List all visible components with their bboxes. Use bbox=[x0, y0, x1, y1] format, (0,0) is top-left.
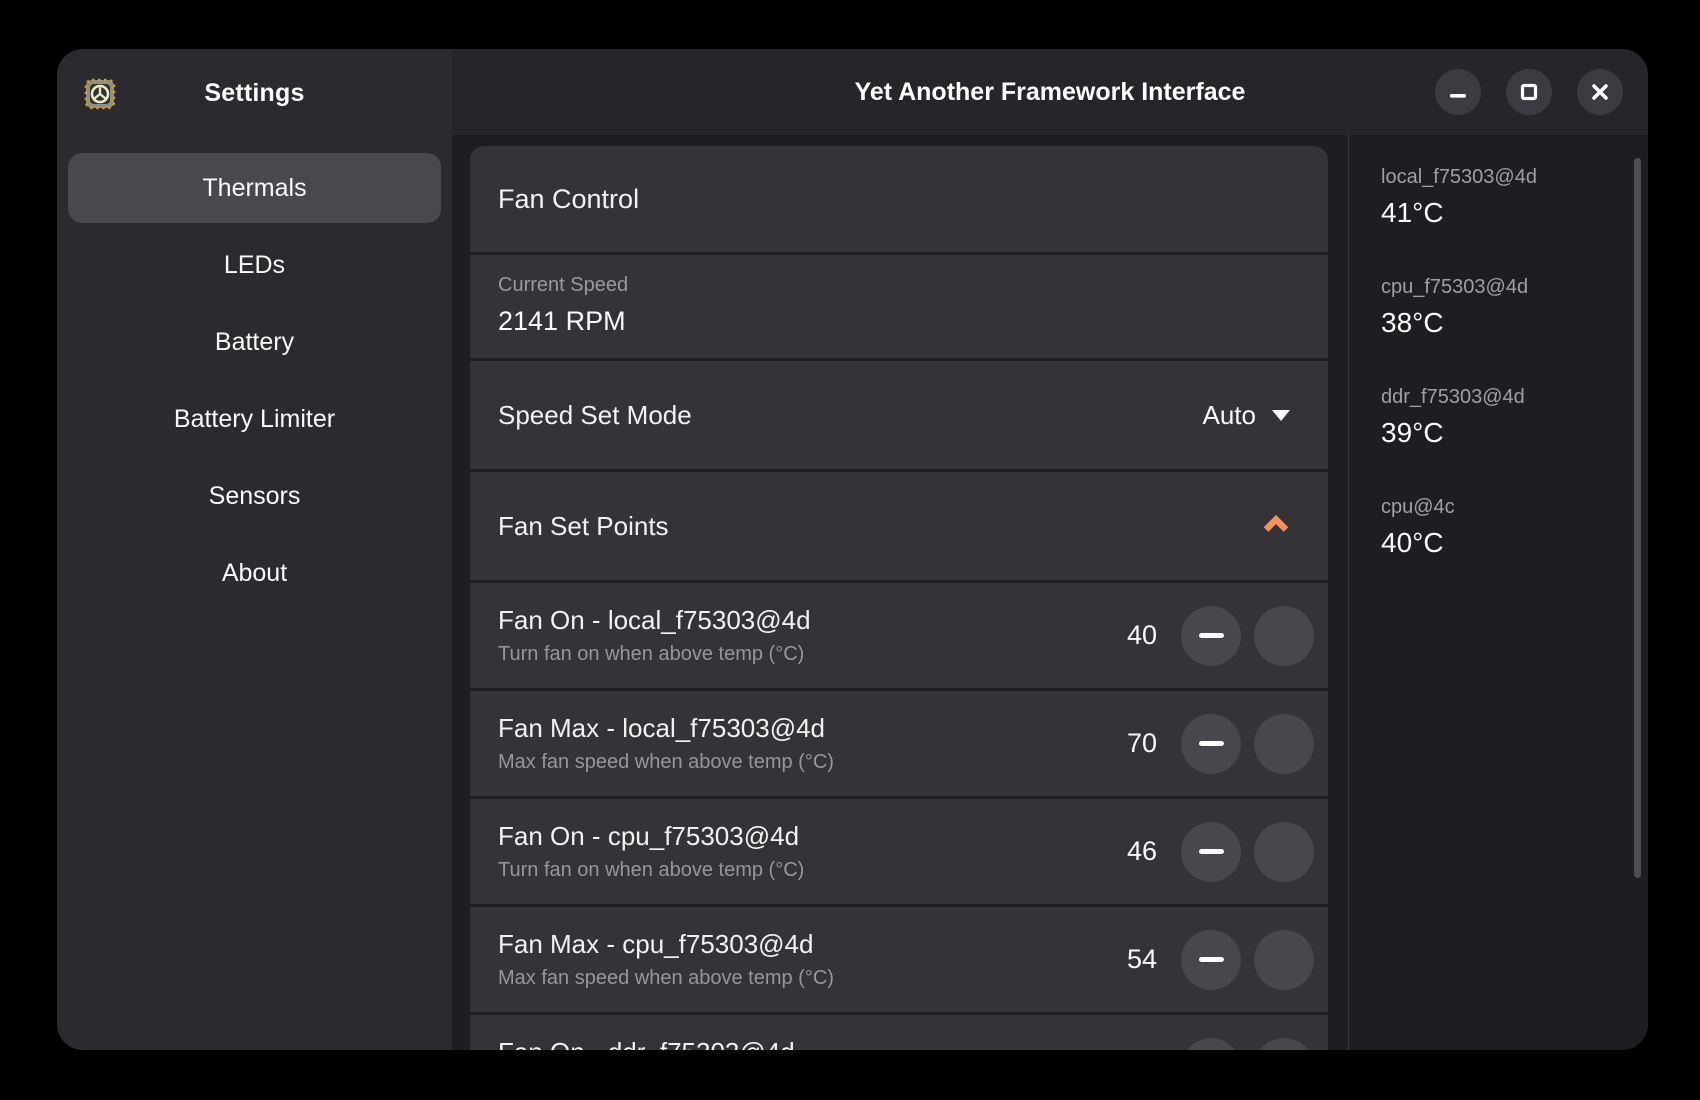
speed-set-mode-dropdown[interactable]: Auto bbox=[1203, 400, 1291, 431]
set-point-value: 54 bbox=[1095, 944, 1157, 975]
sidebar-header: Settings bbox=[57, 49, 452, 153]
minus-icon bbox=[1199, 741, 1224, 746]
sidebar-item-label: About bbox=[222, 559, 287, 588]
sidebar-item-thermals[interactable]: Thermals bbox=[68, 153, 441, 223]
maximize-icon bbox=[1519, 82, 1539, 102]
speed-set-mode-value: Auto bbox=[1203, 400, 1257, 431]
minus-icon bbox=[1199, 957, 1224, 962]
titlebar: Yet Another Framework Interface bbox=[452, 49, 1648, 135]
minus-icon bbox=[1199, 633, 1224, 638]
minimize-button[interactable] bbox=[1435, 69, 1481, 115]
fan-set-points-header[interactable]: Fan Set Points bbox=[470, 472, 1328, 580]
set-point-subtitle: Max fan speed when above temp (°C) bbox=[498, 751, 1095, 774]
sensor-value: 39°C bbox=[1381, 415, 1648, 451]
close-button[interactable] bbox=[1577, 69, 1623, 115]
sensor-reading: cpu_f75303@4d 38°C bbox=[1381, 275, 1648, 341]
increment-button[interactable] bbox=[1254, 930, 1314, 990]
decrement-button[interactable] bbox=[1181, 1038, 1241, 1051]
chevron-up-icon bbox=[1262, 515, 1290, 538]
set-point-title: Fan On - ddr_f75303@4d bbox=[498, 1037, 1095, 1050]
sidebar-item-about[interactable]: About bbox=[68, 538, 441, 608]
chevron-down-icon bbox=[1272, 410, 1290, 421]
sidebar-item-battery-limiter[interactable]: Battery Limiter bbox=[68, 384, 441, 454]
sensor-value: 38°C bbox=[1381, 305, 1648, 341]
set-point-value: 70 bbox=[1095, 728, 1157, 759]
sidebar-item-label: Battery Limiter bbox=[174, 405, 335, 434]
current-speed-label: Current Speed bbox=[498, 274, 1328, 297]
app-window: Settings Thermals LEDs Battery Battery L… bbox=[57, 49, 1648, 1050]
set-point-title: Fan Max - cpu_f75303@4d bbox=[498, 929, 1095, 960]
decrement-button[interactable] bbox=[1181, 606, 1241, 666]
close-icon bbox=[1590, 82, 1610, 102]
increment-button[interactable] bbox=[1254, 1038, 1314, 1051]
set-point-row: Fan Max - cpu_f75303@4d Max fan speed wh… bbox=[470, 907, 1328, 1012]
sidebar-item-label: LEDs bbox=[224, 251, 285, 280]
increment-button[interactable] bbox=[1254, 606, 1314, 666]
minimize-icon bbox=[1448, 82, 1468, 102]
decrement-button[interactable] bbox=[1181, 822, 1241, 882]
sidebar-item-sensors[interactable]: Sensors bbox=[68, 461, 441, 531]
settings-title: Settings bbox=[57, 79, 452, 108]
set-point-value: 40 bbox=[1095, 620, 1157, 651]
sensor-label: cpu@4c bbox=[1381, 495, 1648, 519]
speed-set-mode-card: Speed Set Mode Auto bbox=[470, 361, 1328, 469]
decrement-button[interactable] bbox=[1181, 714, 1241, 774]
window-controls bbox=[1435, 49, 1623, 135]
sensor-reading: cpu@4c 40°C bbox=[1381, 495, 1648, 561]
vertical-scrollbar[interactable] bbox=[1634, 158, 1641, 878]
fan-control-card: Fan Control bbox=[470, 146, 1328, 252]
current-speed-value: 2141 RPM bbox=[498, 306, 1328, 337]
increment-button[interactable] bbox=[1254, 714, 1314, 774]
set-point-value: 46 bbox=[1095, 836, 1157, 867]
sensor-reading: ddr_f75303@4d 39°C bbox=[1381, 385, 1648, 451]
sensor-value: 41°C bbox=[1381, 195, 1648, 231]
fan-set-points-label: Fan Set Points bbox=[498, 511, 669, 542]
decrement-button[interactable] bbox=[1181, 930, 1241, 990]
minus-icon bbox=[1199, 849, 1224, 854]
set-point-title: Fan On - local_f75303@4d bbox=[498, 605, 1095, 636]
increment-button[interactable] bbox=[1254, 822, 1314, 882]
set-point-subtitle: Turn fan on when above temp (°C) bbox=[498, 859, 1095, 882]
set-point-row: Fan Max - local_f75303@4d Max fan speed … bbox=[470, 691, 1328, 796]
sensor-label: ddr_f75303@4d bbox=[1381, 385, 1648, 409]
set-point-subtitle: Turn fan on when above temp (°C) bbox=[498, 643, 1095, 666]
sidebar-item-label: Thermals bbox=[202, 174, 306, 203]
set-point-subtitle: Max fan speed when above temp (°C) bbox=[498, 967, 1095, 990]
set-point-title: Fan Max - local_f75303@4d bbox=[498, 713, 1095, 744]
sensor-label: cpu_f75303@4d bbox=[1381, 275, 1648, 299]
set-point-row: Fan On - local_f75303@4d Turn fan on whe… bbox=[470, 583, 1328, 688]
sidebar-item-battery[interactable]: Battery bbox=[68, 307, 441, 377]
fan-control-title: Fan Control bbox=[498, 184, 639, 215]
sensor-value: 40°C bbox=[1381, 525, 1648, 561]
current-speed-card: Current Speed 2141 RPM bbox=[470, 255, 1328, 358]
main-area: Yet Another Framework Interface bbox=[452, 49, 1648, 1050]
sensor-reading: local_f75303@4d 41°C bbox=[1381, 165, 1648, 231]
fan-control-section: Fan Control Current Speed 2141 RPM Speed… bbox=[470, 146, 1328, 1050]
sidebar-item-label: Sensors bbox=[209, 482, 301, 511]
content-area: Fan Control Current Speed 2141 RPM Speed… bbox=[452, 135, 1648, 1050]
window-title: Yet Another Framework Interface bbox=[855, 78, 1246, 107]
sidebar-nav: Thermals LEDs Battery Battery Limiter Se… bbox=[57, 153, 452, 608]
set-point-row: Fan On - cpu_f75303@4d Turn fan on when … bbox=[470, 799, 1328, 904]
sidebar-item-label: Battery bbox=[215, 328, 294, 357]
sensors-panel: local_f75303@4d 41°C cpu_f75303@4d 38°C … bbox=[1348, 135, 1648, 1050]
sensor-label: local_f75303@4d bbox=[1381, 165, 1648, 189]
speed-set-mode-label: Speed Set Mode bbox=[498, 400, 692, 431]
maximize-button[interactable] bbox=[1506, 69, 1552, 115]
set-point-row-partial: Fan On - ddr_f75303@4d Turn fan on when … bbox=[470, 1015, 1328, 1050]
sidebar: Settings Thermals LEDs Battery Battery L… bbox=[57, 49, 452, 1050]
sidebar-item-leds[interactable]: LEDs bbox=[68, 230, 441, 300]
set-point-title: Fan On - cpu_f75303@4d bbox=[498, 821, 1095, 852]
